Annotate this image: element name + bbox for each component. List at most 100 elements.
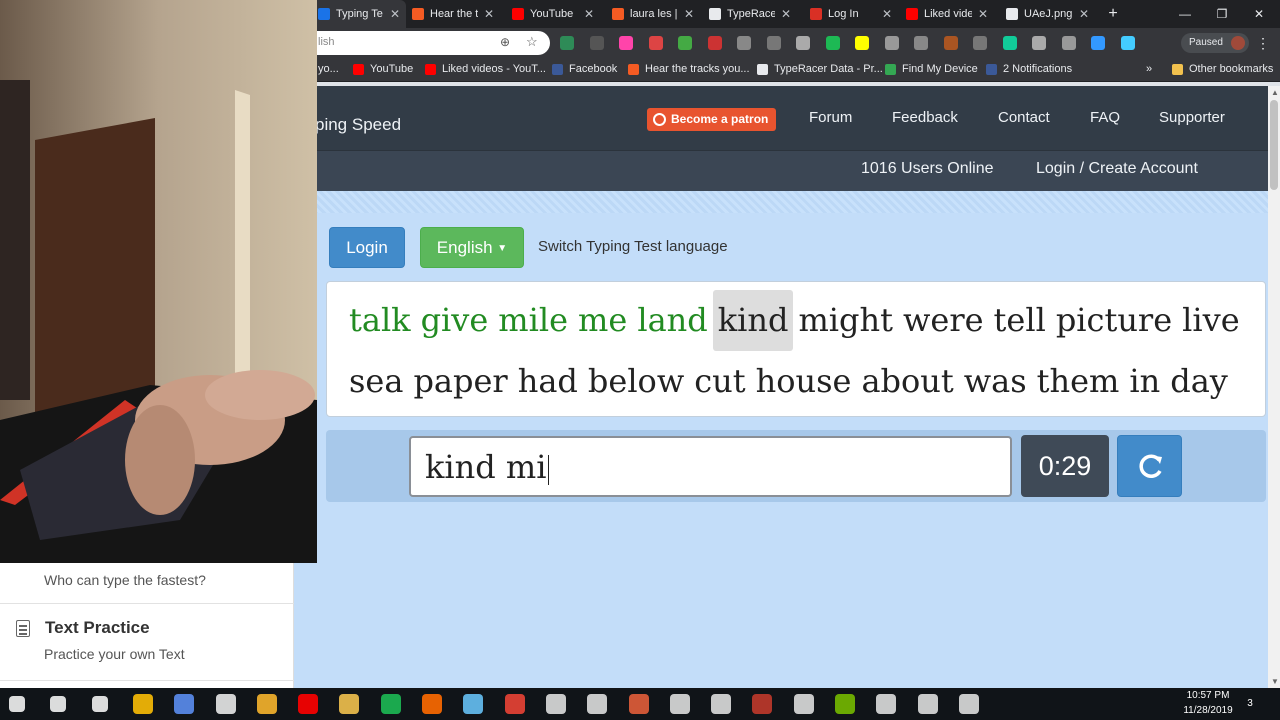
- extension-icon[interactable]: [619, 36, 633, 50]
- browser-tab[interactable]: TypeRacer ✕: [703, 0, 797, 28]
- page-scrollbar[interactable]: ▲ ▼: [1268, 86, 1280, 688]
- extension-icon[interactable]: [943, 36, 958, 50]
- browser-tab[interactable]: Liked vide ✕: [900, 0, 994, 28]
- bookmark-item[interactable]: Hear the tracks you...: [628, 63, 750, 75]
- bookmark-item[interactable]: 2 Notifications: [986, 63, 1072, 75]
- scroll-thumb[interactable]: [1270, 100, 1278, 190]
- search-icon[interactable]: [50, 696, 67, 712]
- bookmark-item[interactable]: Facebook: [552, 63, 617, 75]
- clock-date[interactable]: 11/28/2019: [1178, 705, 1238, 716]
- nav-supporter[interactable]: Supporter: [1159, 109, 1225, 126]
- app-icon[interactable]: [422, 694, 442, 714]
- browser-tab[interactable]: Hear the t ✕: [406, 0, 500, 28]
- profile-button[interactable]: Paused: [1181, 33, 1249, 53]
- reload-button[interactable]: [1117, 435, 1182, 497]
- become-patron-button[interactable]: Become a patron: [647, 108, 777, 131]
- extension-icon[interactable]: [973, 36, 987, 50]
- bookmark-item[interactable]: yo...: [318, 63, 339, 75]
- extension-icon[interactable]: [678, 36, 692, 50]
- app-icon[interactable]: [711, 694, 732, 714]
- maximize-button[interactable]: ❐: [1212, 4, 1232, 24]
- nav-forum[interactable]: Forum: [809, 109, 852, 126]
- extension-icon[interactable]: [1032, 36, 1046, 50]
- extension-icon[interactable]: [855, 36, 869, 50]
- extension-icon[interactable]: [884, 36, 899, 50]
- app-icon[interactable]: [793, 694, 814, 714]
- typing-input[interactable]: kind mi: [409, 436, 1012, 497]
- tab-close-icon[interactable]: ✕: [390, 7, 400, 21]
- browser-tab[interactable]: laura les | ✕: [606, 0, 700, 28]
- task-view-icon[interactable]: [91, 696, 108, 712]
- bookmark-item[interactable]: TypeRacer Data - Pr...: [757, 63, 883, 75]
- browser-tab[interactable]: YouTube ✕: [506, 0, 600, 28]
- photos-icon[interactable]: [545, 694, 566, 714]
- steam-icon[interactable]: [463, 694, 484, 714]
- browser-tab[interactable]: Typing Te ✕: [312, 0, 406, 28]
- bookmark-item[interactable]: Liked videos - YouT...: [425, 63, 546, 75]
- tab-close-icon[interactable]: ✕: [882, 7, 892, 21]
- nvidia-icon[interactable]: [835, 694, 855, 714]
- extension-icon[interactable]: [825, 36, 840, 50]
- login-button[interactable]: Login: [329, 227, 405, 268]
- app-icon[interactable]: [174, 694, 195, 714]
- app-icon[interactable]: [628, 694, 649, 714]
- file-explorer-icon[interactable]: [339, 694, 360, 714]
- new-tab-button[interactable]: +: [1103, 4, 1123, 24]
- zoom-icon[interactable]: ⊕: [500, 35, 510, 49]
- scroll-up-icon[interactable]: ▲: [1271, 88, 1279, 97]
- tab-close-icon[interactable]: ✕: [484, 7, 494, 21]
- windows-start-icon[interactable]: [9, 696, 25, 712]
- app-icon[interactable]: [298, 694, 319, 714]
- chrome-icon[interactable]: [132, 694, 153, 714]
- nav-faq[interactable]: FAQ: [1090, 109, 1120, 126]
- browser-tab[interactable]: Log In ✕: [804, 0, 898, 28]
- menu-kebab-icon[interactable]: ⋮: [1256, 35, 1270, 52]
- app-icon[interactable]: [215, 694, 236, 714]
- extension-icon[interactable]: [1091, 36, 1105, 50]
- tab-close-icon[interactable]: ✕: [584, 7, 594, 21]
- app-icon[interactable]: [917, 694, 938, 714]
- tab-close-icon[interactable]: ✕: [781, 7, 791, 21]
- language-label: English: [436, 238, 493, 257]
- nav-contact[interactable]: Contact: [998, 109, 1050, 126]
- tab-close-icon[interactable]: ✕: [684, 7, 694, 21]
- app-icon[interactable]: [752, 694, 773, 714]
- bookmark-item[interactable]: YouTube: [353, 63, 413, 75]
- tab-title: Hear the t: [430, 8, 478, 20]
- extension-icon[interactable]: [737, 36, 751, 50]
- text-practice-link[interactable]: Text Practice: [45, 618, 150, 638]
- browser-tab[interactable]: UAeJ.png ✕: [1000, 0, 1095, 28]
- extension-icon[interactable]: [914, 36, 928, 50]
- extension-icon[interactable]: [1002, 36, 1017, 50]
- nav-feedback[interactable]: Feedback: [892, 109, 958, 126]
- extension-icon[interactable]: [589, 36, 604, 50]
- extension-icon[interactable]: [1120, 36, 1135, 50]
- bookmark-star-icon[interactable]: ☆: [526, 34, 538, 50]
- extension-icon[interactable]: [560, 36, 574, 50]
- obs-icon[interactable]: [876, 694, 897, 714]
- login-create-link[interactable]: Login / Create Account: [1036, 160, 1198, 178]
- app-icon[interactable]: [504, 694, 525, 714]
- bookmark-item[interactable]: Find My Device: [885, 63, 978, 75]
- language-dropdown[interactable]: English ▼: [420, 227, 524, 268]
- spotify-icon[interactable]: [380, 694, 401, 714]
- site-brand[interactable]: ping Speed: [315, 115, 401, 135]
- tab-close-icon[interactable]: ✕: [1079, 7, 1089, 21]
- close-window-button[interactable]: ✕: [1249, 4, 1269, 24]
- extension-icon[interactable]: [1061, 36, 1076, 50]
- app-icon[interactable]: [958, 694, 979, 714]
- settings-icon[interactable]: [669, 694, 690, 714]
- minimize-button[interactable]: —: [1175, 4, 1195, 24]
- scroll-down-icon[interactable]: ▼: [1271, 677, 1279, 686]
- notification-count[interactable]: 3: [1230, 698, 1270, 709]
- app-icon[interactable]: [256, 694, 277, 714]
- extension-icon[interactable]: [707, 36, 722, 50]
- tab-close-icon[interactable]: ✕: [978, 7, 988, 21]
- app-icon[interactable]: [587, 694, 608, 714]
- clock-time[interactable]: 10:57 PM: [1178, 690, 1238, 701]
- extension-icon[interactable]: [648, 36, 663, 50]
- other-bookmarks[interactable]: Other bookmarks: [1172, 63, 1273, 75]
- extension-icon[interactable]: [796, 36, 810, 50]
- bookmarks-overflow-icon[interactable]: »: [1146, 63, 1152, 75]
- extension-icon[interactable]: [766, 36, 781, 50]
